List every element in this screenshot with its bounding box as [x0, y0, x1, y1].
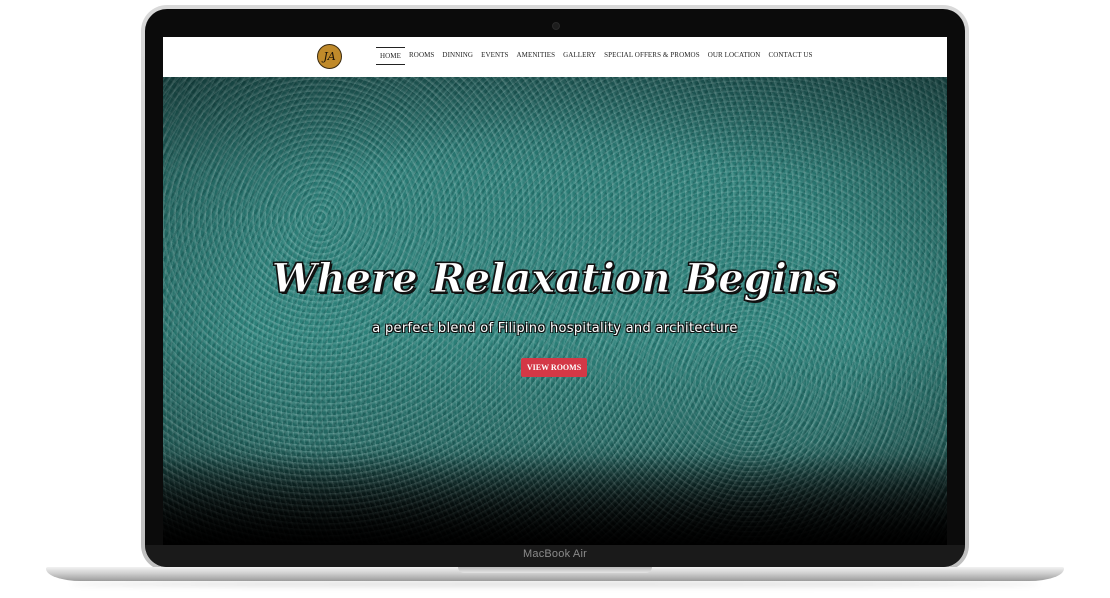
hero-banner: Where Relaxation Begins a perfect blend …	[163, 77, 947, 545]
hero-subheadline: a perfect blend of Filipino hospitality …	[372, 321, 738, 336]
laptop-opening-notch	[458, 567, 652, 573]
nav-item-amenities[interactable]: AMENITIES	[513, 47, 560, 65]
site-header: JA HOME ROOMS DINNING EVENTS AMENITIES G…	[163, 37, 947, 77]
nav-item-dining[interactable]: DINNING	[438, 47, 477, 65]
main-nav: HOME ROOMS DINNING EVENTS AMENITIES GALL…	[376, 47, 817, 65]
laptop-shadow	[70, 581, 1040, 587]
nav-item-home[interactable]: HOME	[376, 47, 406, 65]
nav-item-contact[interactable]: CONTACT US	[764, 47, 816, 65]
browser-viewport: JA HOME ROOMS DINNING EVENTS AMENITIES G…	[163, 37, 947, 545]
nav-item-events[interactable]: EVENTS	[477, 47, 512, 65]
device-brand-label: MacBook Air	[523, 548, 587, 560]
camera-icon	[552, 22, 560, 30]
site-logo[interactable]: JA	[317, 44, 342, 69]
nav-item-gallery[interactable]: GALLERY	[559, 47, 600, 65]
hero-bottom-fade	[163, 455, 947, 545]
logo-text: JA	[323, 50, 336, 63]
nav-item-rooms[interactable]: ROOMS	[405, 47, 438, 65]
nav-item-special-offers[interactable]: SPECIAL OFFERS & PROMOS	[600, 47, 704, 65]
nav-item-location[interactable]: OUR LOCATION	[704, 47, 765, 65]
view-rooms-button[interactable]: VIEW ROOMS	[521, 358, 587, 377]
hero-headline: Where Relaxation Begins	[271, 255, 839, 303]
